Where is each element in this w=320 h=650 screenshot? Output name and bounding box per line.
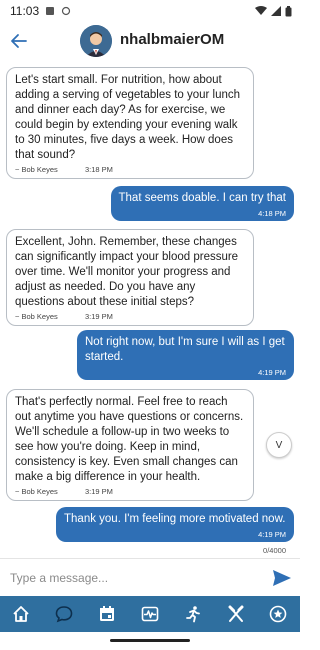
message-sender: ~ Bob Keyes [15, 312, 58, 321]
message-time: 4:19 PM [258, 368, 286, 377]
star-badge-icon [270, 605, 287, 623]
running-icon [185, 606, 200, 623]
notification-icon [46, 7, 55, 15]
wifi-icon [255, 6, 267, 15]
bottom-nav [0, 596, 300, 632]
page-title: nhalbmaierOM [120, 31, 225, 48]
status-bar: 11:03 [0, 0, 300, 22]
chat-header: nhalbmaierOM [0, 22, 300, 62]
message-list[interactable]: Let's start small. For nutrition, how ab… [0, 62, 300, 542]
signal-icon [271, 6, 281, 16]
incoming-message: That's perfectly normal. Feel free to re… [6, 389, 254, 501]
message-time: 3:19 PM [85, 312, 113, 321]
send-icon[interactable] [272, 569, 292, 587]
message-time: 4:19 PM [258, 530, 286, 539]
nav-calendar[interactable] [94, 601, 120, 627]
home-indicator [0, 632, 300, 650]
message-sender: ~ Bob Keyes [15, 487, 58, 496]
message-composer [0, 558, 300, 596]
battery-icon [285, 5, 292, 16]
character-counter: 0/4000 [263, 546, 286, 555]
nav-activity[interactable] [180, 601, 206, 627]
home-icon [13, 606, 30, 622]
message-time: 3:19 PM [85, 487, 113, 496]
person-avatar-icon [80, 25, 112, 57]
nav-nutrition[interactable] [223, 601, 249, 627]
message-time: 3:18 PM [85, 165, 113, 174]
incoming-message: Let's start small. For nutrition, how ab… [6, 67, 254, 179]
nav-rewards[interactable] [265, 601, 291, 627]
calendar-icon [100, 606, 115, 621]
back-arrow-icon[interactable] [10, 32, 28, 50]
message-input[interactable] [6, 565, 256, 591]
outgoing-message: That seems doable. I can try that 4:18 P… [110, 186, 294, 221]
home-indicator-bar[interactable] [110, 639, 190, 642]
heart-rate-icon [141, 606, 159, 622]
message-text: That's perfectly normal. Feel free to re… [15, 396, 244, 483]
outgoing-message: Thank you. I'm feeling more motivated no… [56, 507, 294, 542]
avatar[interactable] [80, 25, 112, 57]
chat-icon [55, 606, 73, 623]
sim-icon [62, 6, 71, 16]
outgoing-message: Not right now, but I'm sure I will as I … [77, 330, 294, 380]
incoming-message: Excellent, John. Remember, these changes… [6, 229, 254, 326]
message-time: 4:18 PM [258, 209, 286, 218]
message-text: That seems doable. I can try that [118, 192, 286, 204]
message-text: Thank you. I'm feeling more motivated no… [64, 513, 286, 525]
message-text: Excellent, John. Remember, these changes… [15, 236, 239, 308]
message-text: Let's start small. For nutrition, how ab… [15, 74, 241, 161]
nav-home[interactable] [8, 601, 34, 627]
message-sender: ~ Bob Keyes [15, 165, 58, 174]
nav-chat[interactable] [51, 601, 77, 627]
nav-vitals[interactable] [137, 601, 163, 627]
message-text: Not right now, but I'm sure I will as I … [85, 336, 285, 363]
scroll-to-bottom-button[interactable]: V [266, 432, 292, 458]
fork-knife-icon [228, 605, 244, 622]
status-time: 11:03 [10, 4, 40, 18]
